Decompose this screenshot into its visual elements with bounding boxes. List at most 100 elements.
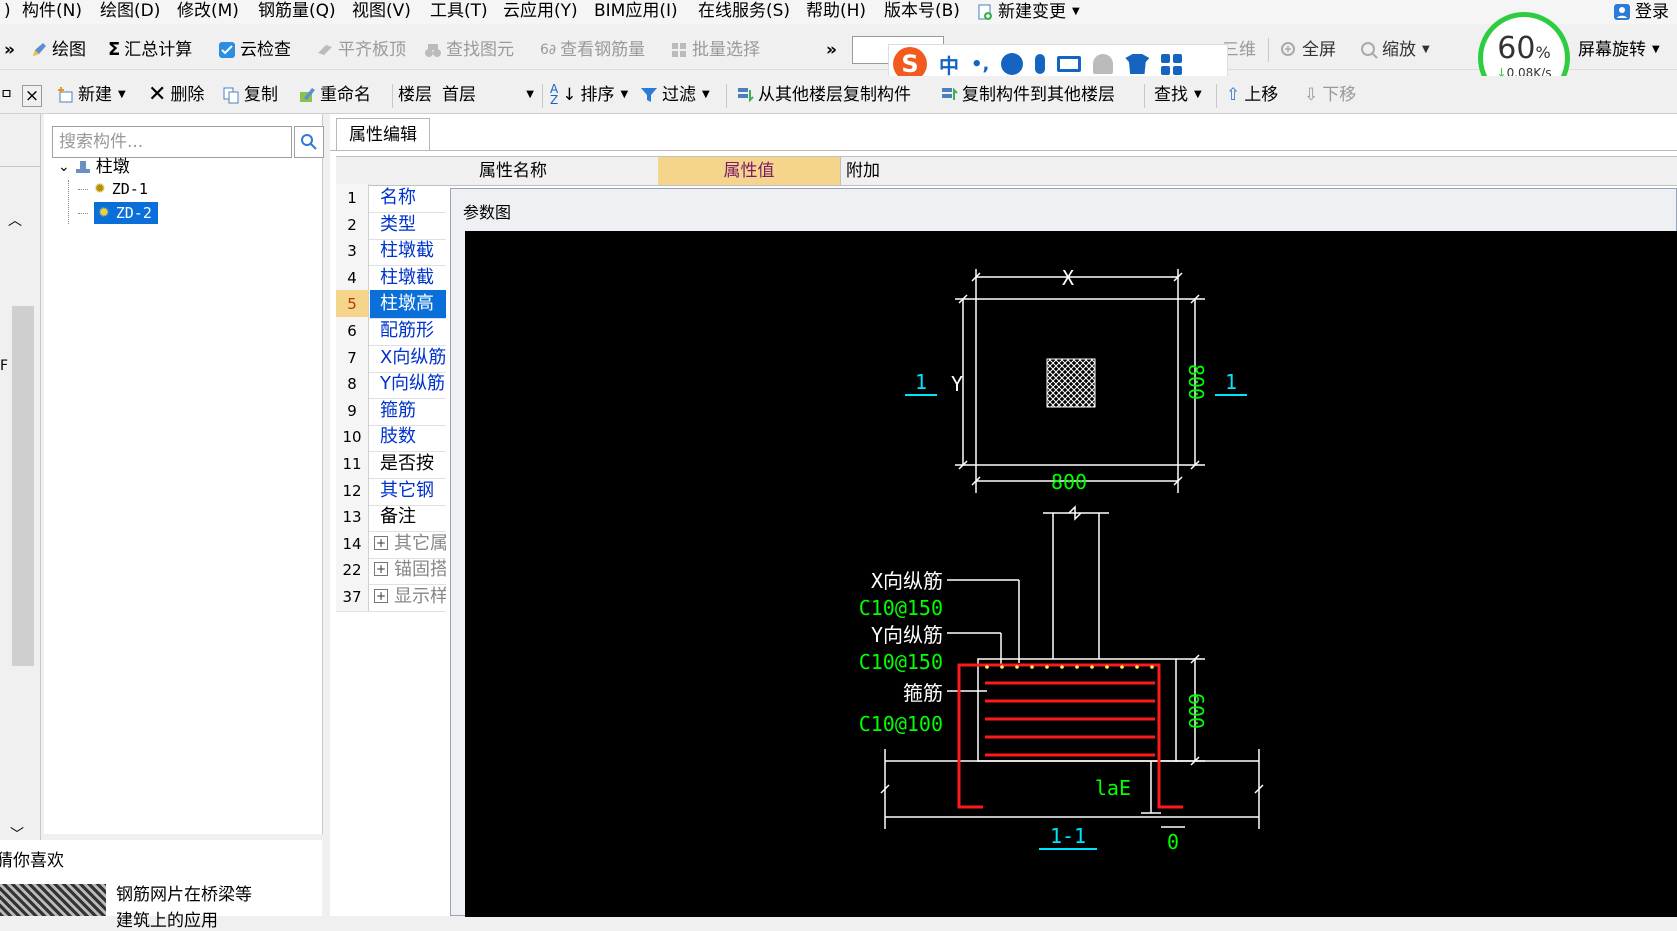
table-row[interactable]: 6 配筋形: [336, 317, 446, 346]
rename-label: 重命名: [320, 85, 371, 105]
recommend-item-link[interactable]: 钢筋网片在桥梁等: [116, 880, 252, 905]
table-row[interactable]: 14 + 其它属: [336, 529, 446, 559]
menu-modify[interactable]: 修改(M): [177, 0, 239, 24]
menu-tools[interactable]: 工具(T): [430, 0, 488, 24]
draw-button[interactable]: 绘图: [30, 30, 86, 69]
property-name-cell: 其它属: [394, 532, 446, 554]
table-row[interactable]: 4 柱墩截: [336, 263, 446, 293]
floor-select[interactable]: 首层 ▼: [442, 76, 534, 113]
panel-pin-button[interactable]: ㅁ: [0, 76, 13, 113]
copy-to-floor-button[interactable]: 复制构件到其他楼层: [940, 76, 1115, 113]
table-row[interactable]: 22 + 锚固搭: [336, 556, 446, 586]
fullscreen-button[interactable]: 全屏: [1280, 30, 1336, 69]
tree-root-node[interactable]: ⌄ 柱墩: [58, 156, 130, 178]
search-input[interactable]: 搜索构件...: [52, 126, 292, 158]
search-button[interactable]: [294, 126, 324, 158]
rename-button[interactable]: 重命名: [298, 76, 371, 113]
emoji-icon[interactable]: [1001, 53, 1024, 75]
tree-node-zd2[interactable]: ✹ ZD-2: [78, 202, 158, 224]
cloud-check-button[interactable]: 云检查: [218, 30, 291, 69]
zoom-button[interactable]: 缩放 ▼: [1360, 30, 1430, 69]
toolbar-overflow-button-2[interactable]: »: [826, 30, 837, 69]
stirrup-spec: C10@100: [859, 712, 943, 736]
property-name-cell: 备注: [380, 506, 416, 528]
tree-node-zd1[interactable]: ✹ ZD-1: [78, 178, 148, 200]
recommend-thumbnail[interactable]: [0, 884, 106, 916]
sort-button[interactable]: AZ ↓ 排序 ▼: [550, 76, 628, 113]
ime-punct-toggle[interactable]: •,: [971, 54, 989, 75]
delete-button[interactable]: ✕ 删除: [148, 76, 204, 113]
move-up-button[interactable]: ⇧ 上移: [1226, 76, 1278, 113]
collapsed-nav-strip: ︿ F ﹀: [0, 114, 41, 916]
menu-component[interactable]: 构件(N): [22, 0, 82, 24]
table-row[interactable]: 10 肢数: [336, 423, 446, 453]
row-number: 1: [336, 184, 369, 212]
sigma-icon: Σ: [108, 39, 121, 60]
user-icon[interactable]: [1093, 54, 1114, 74]
toolbar-overflow-button[interactable]: »: [4, 30, 15, 69]
menu-help[interactable]: 帮助(H): [806, 0, 866, 24]
filter-icon: [641, 88, 657, 102]
filter-button[interactable]: 过滤 ▼: [640, 76, 710, 113]
view-rebar-button[interactable]: 6∂ 查看钢筋量: [540, 30, 645, 69]
copy-button[interactable]: 复制: [222, 76, 278, 113]
skin-shirt-icon[interactable]: [1125, 54, 1150, 74]
menu-bim[interactable]: BIM应用(I): [594, 0, 678, 24]
property-name-cell: 类型: [380, 213, 416, 235]
table-row[interactable]: 3 柱墩截: [336, 237, 446, 267]
x-rebar-label: X向纵筋: [871, 569, 943, 593]
microphone-icon[interactable]: [1035, 54, 1046, 74]
copy-from-floor-button[interactable]: 从其他楼层复制构件: [736, 76, 911, 113]
recommend-panel: 猜你喜欢 钢筋网片在桥梁等 建筑上的应用: [0, 840, 322, 931]
menu-new-change[interactable]: 新建变更 ▼: [976, 0, 1080, 24]
plan-y-label: Y: [951, 372, 963, 396]
table-row[interactable]: 7 X向纵筋: [336, 343, 446, 373]
new-button[interactable]: 新建 ▼: [56, 76, 126, 113]
sum-calc-button[interactable]: Σ 汇总计算: [108, 30, 193, 69]
expand-plus-icon[interactable]: +: [374, 535, 388, 550]
strip-scrollbar-thumb[interactable]: [12, 306, 34, 666]
header-name[interactable]: 属性名称: [368, 157, 658, 185]
table-row[interactable]: 8 Y向纵筋: [336, 370, 446, 400]
batch-select-button[interactable]: 批量选择: [670, 30, 760, 69]
ime-lang-toggle[interactable]: 中: [939, 50, 959, 79]
rotate-screen-button[interactable]: 屏幕旋转 ▼: [1578, 30, 1660, 69]
recommend-item-link-2[interactable]: 建筑上的应用: [116, 906, 218, 931]
menu-view[interactable]: 视图(V): [352, 0, 411, 24]
menu-rebar-qty[interactable]: 钢筋量(Q): [258, 0, 336, 24]
speed-unit: %: [1535, 43, 1551, 62]
header-extra[interactable]: 附加: [840, 157, 885, 185]
menu-version[interactable]: 版本号(B): [884, 0, 960, 24]
table-row[interactable]: 37 + 显示样: [336, 583, 446, 612]
toolbox-grid-icon[interactable]: [1161, 53, 1183, 75]
menu-cloud[interactable]: 云应用(Y): [503, 0, 578, 24]
keyboard-icon[interactable]: [1057, 56, 1082, 72]
find-button[interactable]: 查找 ▼: [1154, 76, 1202, 113]
table-row[interactable]: 11 是否按: [336, 450, 446, 479]
level-slab-top-button[interactable]: 平齐板顶: [316, 30, 406, 69]
table-row[interactable]: 1 名称: [336, 184, 446, 213]
sum-calc-label: 汇总计算: [124, 40, 193, 60]
login-label: 登录: [1635, 2, 1669, 22]
tree-node-selected[interactable]: ✹ ZD-2: [94, 202, 158, 224]
expand-plus-icon[interactable]: +: [374, 589, 388, 603]
table-row[interactable]: 12 其它钢: [336, 476, 446, 506]
find-element-button[interactable]: 查找图元: [424, 30, 514, 69]
table-row[interactable]: 2 类型: [336, 210, 446, 240]
header-value[interactable]: 属性值: [658, 157, 840, 185]
table-row[interactable]: 5 柱墩高: [336, 290, 446, 320]
move-down-button[interactable]: ⇩ 下移: [1304, 76, 1356, 113]
scroll-up-icon[interactable]: ︿: [8, 210, 22, 230]
chevron-down-icon: ▼: [1194, 89, 1202, 100]
menu-draw[interactable]: 绘图(D): [100, 0, 160, 24]
parameter-drawing-canvas: X Y 1 1 800 800 X向纵筋 C10@150 Y向纵筋 C10@15…: [465, 231, 1677, 917]
menu-online[interactable]: 在线服务(S): [698, 0, 790, 24]
tab-property-edit[interactable]: 属性编辑: [336, 118, 430, 151]
expand-plus-icon[interactable]: +: [374, 562, 388, 577]
property-name-cell: 配筋形: [380, 320, 434, 341]
chevron-down-icon[interactable]: ⌄: [58, 156, 70, 178]
table-row[interactable]: 13 备注: [336, 503, 446, 533]
table-row[interactable]: 9 箍筋: [336, 396, 446, 426]
login-button[interactable]: 登录: [1613, 0, 1669, 24]
panel-close-button[interactable]: ×: [22, 85, 42, 107]
